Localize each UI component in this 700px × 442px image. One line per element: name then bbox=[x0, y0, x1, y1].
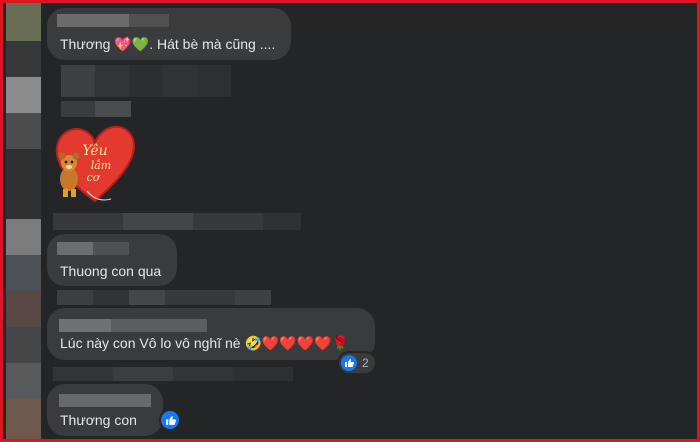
comment-text: Thương 💖💚. Hát bè mà cũng .... bbox=[60, 36, 276, 52]
blurred-actions bbox=[95, 101, 131, 117]
blurred-actions bbox=[165, 290, 235, 305]
avatar[interactable] bbox=[6, 77, 41, 113]
avatar[interactable] bbox=[6, 255, 41, 291]
avatar[interactable] bbox=[6, 327, 41, 363]
comments-panel: Thương 💖💚. Hát bè mà cũng .... Yêu lắm c… bbox=[0, 0, 700, 442]
blurred-actions bbox=[93, 290, 129, 305]
commenter-name[interactable] bbox=[57, 242, 93, 255]
blurred-actions bbox=[123, 213, 193, 230]
reaction-badge[interactable]: 2 bbox=[337, 351, 377, 375]
blurred-actions bbox=[263, 213, 301, 230]
blurred-actions bbox=[61, 65, 95, 97]
comment-text: Thuong con qua bbox=[60, 263, 162, 279]
comment-text: Thương con bbox=[60, 412, 137, 428]
blurred-actions bbox=[53, 213, 123, 230]
comment-bubble[interactable]: Thương 💖💚. Hát bè mà cũng .... bbox=[47, 8, 291, 60]
blurred-actions bbox=[57, 290, 93, 305]
commenter-name[interactable] bbox=[129, 14, 169, 27]
blurred-actions bbox=[129, 290, 165, 305]
reaction-count: 2 bbox=[362, 356, 369, 370]
commenter-name[interactable] bbox=[59, 394, 151, 407]
blurred-actions bbox=[233, 367, 293, 381]
avatar[interactable] bbox=[6, 3, 41, 41]
blurred-actions bbox=[61, 101, 95, 117]
blurred-actions bbox=[163, 65, 197, 97]
avatar[interactable] bbox=[6, 149, 41, 219]
like-icon[interactable] bbox=[159, 409, 181, 431]
comment-bubble[interactable]: Thuong con qua bbox=[47, 234, 177, 286]
avatar[interactable] bbox=[6, 363, 41, 399]
avatar[interactable] bbox=[6, 41, 41, 77]
blurred-actions bbox=[197, 65, 231, 97]
avatar[interactable] bbox=[6, 219, 41, 255]
blurred-actions bbox=[235, 290, 271, 305]
heart-sticker-icon[interactable]: Yêu lắm cơ bbox=[47, 121, 137, 209]
blurred-actions bbox=[95, 65, 129, 97]
comment-bubble[interactable]: Thương con bbox=[47, 384, 163, 436]
svg-text:cơ: cơ bbox=[87, 171, 101, 184]
commenter-name[interactable] bbox=[59, 319, 111, 332]
avatar-column bbox=[6, 3, 41, 439]
comment-bubble[interactable]: Lúc này con Vô lo vô nghĩ nè 🤣❤️❤️❤️❤️🌹 bbox=[47, 308, 375, 360]
blurred-actions bbox=[113, 367, 173, 381]
avatar[interactable] bbox=[6, 291, 41, 327]
blurred-actions bbox=[129, 65, 163, 97]
blurred-actions bbox=[193, 213, 263, 230]
blurred-actions bbox=[173, 367, 233, 381]
svg-text:Yêu: Yêu bbox=[82, 143, 107, 159]
commenter-name[interactable] bbox=[93, 242, 129, 255]
blurred-actions bbox=[53, 367, 113, 381]
commenter-name[interactable] bbox=[111, 319, 207, 332]
commenter-name[interactable] bbox=[57, 14, 129, 27]
avatar[interactable] bbox=[6, 113, 41, 149]
comment-text: Lúc này con Vô lo vô nghĩ nè 🤣❤️❤️❤️❤️🌹 bbox=[60, 335, 350, 351]
like-icon bbox=[341, 355, 357, 371]
avatar[interactable] bbox=[6, 399, 41, 439]
